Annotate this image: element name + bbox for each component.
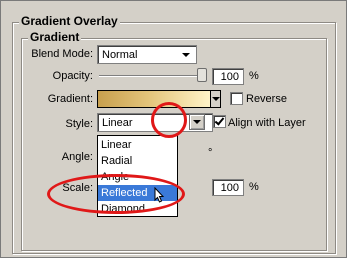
gradient-picker-button[interactable] [210,90,221,108]
style-option-linear[interactable]: Linear [98,137,177,153]
opacity-input[interactable]: 100 [212,68,244,85]
opacity-slider-track[interactable] [99,75,207,77]
style-options-list[interactable]: Linear Radial Angle Reflected Diamond [97,135,178,217]
opacity-label: Opacity: [52,70,93,82]
scale-label: Scale: [62,182,93,194]
style-option-radial[interactable]: Radial [98,153,177,169]
angle-degree-symbol: ° [208,147,213,159]
opacity-unit: % [249,70,259,82]
gradient-group-title: Gradient [28,30,82,44]
scale-input[interactable]: 100 [212,179,244,196]
style-option-diamond[interactable]: Diamond [98,201,177,217]
align-with-layer-label: Align with Layer [228,117,306,129]
blend-mode-value: Normal [102,49,138,61]
chevron-down-icon [182,53,190,57]
opacity-slider-thumb[interactable] [197,68,207,82]
blend-mode-select[interactable]: Normal [97,45,197,64]
chevron-down-icon [193,120,201,124]
style-value: Linear [102,117,133,129]
layer-style-panel: Gradient Overlay Gradient Blend Mode: No… [0,0,347,258]
align-with-layer-checkbox[interactable] [213,115,226,128]
chevron-down-icon [212,97,220,101]
reverse-label: Reverse [246,93,287,105]
style-dropdown-button[interactable] [189,114,205,130]
style-option-angle[interactable]: Angle [98,169,177,185]
gradient-label: Gradient: [47,93,93,105]
checkmark-icon [214,115,225,126]
style-label: Style: [65,118,93,130]
reverse-checkbox[interactable] [230,92,243,105]
gradient-overlay-title: Gradient Overlay [19,14,120,28]
blend-mode-label: Blend Mode: [31,48,93,60]
gradient-preview[interactable] [97,90,211,108]
style-option-reflected[interactable]: Reflected [98,185,177,201]
opacity-value: 100 [220,71,239,83]
scale-value: 100 [220,182,239,194]
angle-label: Angle: [61,151,93,163]
scale-unit: % [249,181,259,193]
